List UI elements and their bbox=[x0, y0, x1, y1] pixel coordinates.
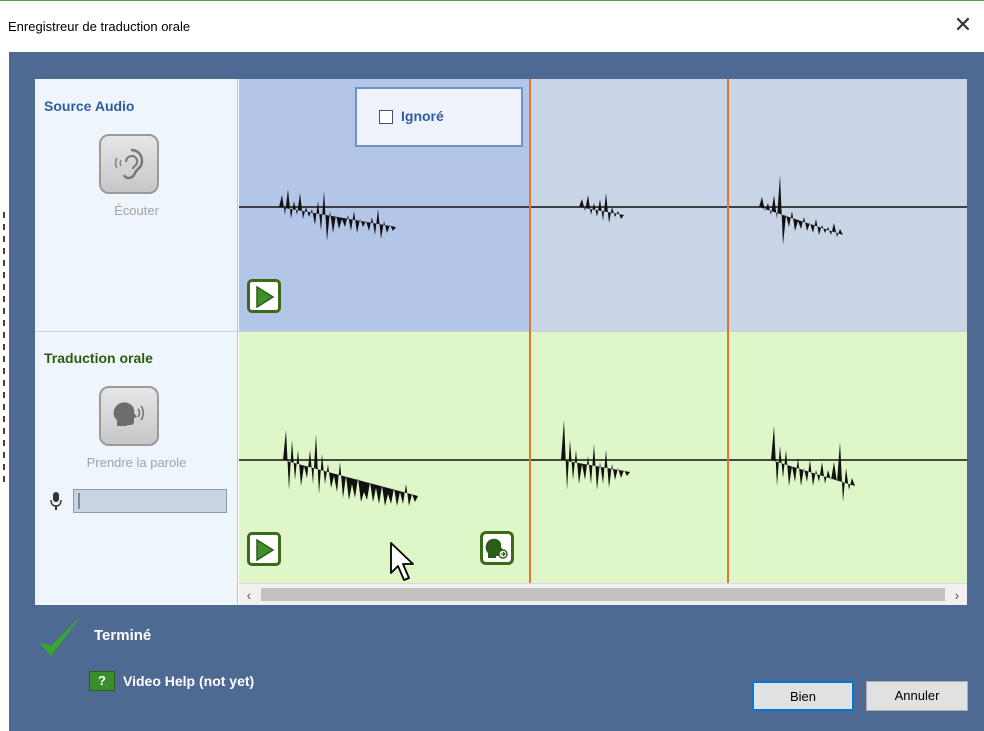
segment-boundary[interactable] bbox=[529, 79, 531, 583]
source-waveform bbox=[239, 175, 967, 245]
translation-play-button[interactable] bbox=[247, 532, 281, 566]
play-icon bbox=[256, 539, 275, 561]
ignore-panel: Ignoré bbox=[355, 87, 523, 147]
close-icon[interactable]: ✕ bbox=[950, 12, 976, 38]
listen-caption: Écouter bbox=[114, 203, 159, 218]
status-label: Terminé bbox=[94, 627, 152, 644]
translation-waveform-track[interactable] bbox=[239, 332, 967, 583]
title-bar: Enregistreur de traduction orale ✕ bbox=[0, 0, 984, 52]
recorder-panel: Source Audio Écouter Traduction orale Pr… bbox=[35, 79, 967, 605]
video-help-icon[interactable]: ? bbox=[89, 671, 115, 691]
dialog-body: Source Audio Écouter Traduction orale Pr… bbox=[9, 52, 984, 731]
play-icon bbox=[256, 286, 275, 308]
mic-level-meter bbox=[73, 489, 227, 513]
window-title: Enregistreur de traduction orale bbox=[8, 19, 191, 34]
microphone-icon bbox=[50, 492, 62, 510]
ignore-label: Ignoré bbox=[401, 108, 444, 124]
video-help-link[interactable]: Video Help (not yet) bbox=[123, 673, 254, 689]
horizontal-scrollbar[interactable]: ‹ › bbox=[239, 583, 967, 605]
speak-button[interactable] bbox=[99, 386, 159, 446]
cancel-button[interactable]: Annuler bbox=[866, 681, 968, 711]
source-waveform-track[interactable]: Ignoré bbox=[239, 79, 967, 331]
translation-title: Traduction orale bbox=[44, 350, 153, 366]
speak-caption: Prendre la parole bbox=[86, 455, 187, 470]
listen-button[interactable] bbox=[99, 134, 159, 194]
ok-button[interactable]: Bien bbox=[752, 681, 854, 711]
waveform-area[interactable]: Ignoré bbox=[239, 79, 967, 583]
source-audio-title: Source Audio bbox=[44, 98, 135, 114]
check-icon bbox=[39, 616, 81, 656]
scroll-thumb[interactable] bbox=[261, 588, 945, 601]
ignore-checkbox[interactable] bbox=[379, 110, 393, 124]
speaking-head-icon bbox=[485, 538, 508, 559]
scroll-right-arrow[interactable]: › bbox=[947, 584, 967, 606]
record-segment-button[interactable] bbox=[480, 531, 514, 565]
segment-boundary[interactable] bbox=[727, 79, 729, 583]
controls-panel: Source Audio Écouter Traduction orale Pr… bbox=[35, 79, 238, 605]
translation-waveform bbox=[239, 420, 967, 506]
background-window-edge bbox=[0, 52, 9, 731]
mouse-cursor-icon bbox=[390, 542, 414, 581]
scroll-left-arrow[interactable]: ‹ bbox=[239, 584, 259, 606]
speaking-head-icon bbox=[113, 402, 145, 426]
source-play-button[interactable] bbox=[247, 279, 281, 313]
ear-icon bbox=[114, 148, 144, 180]
